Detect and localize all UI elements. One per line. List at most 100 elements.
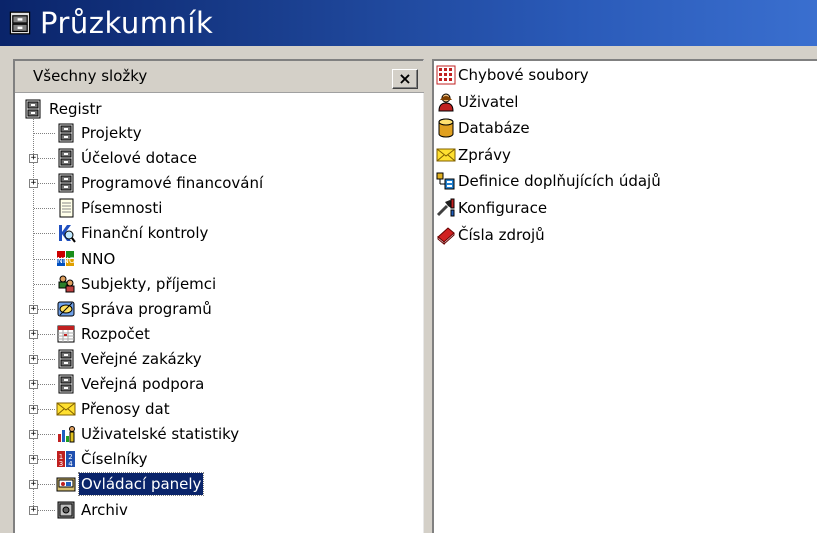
tree-item[interactable]: + Programové financování [15, 172, 415, 194]
expand-toggle[interactable]: + [29, 430, 38, 440]
content-item[interactable]: Zprávy [436, 143, 796, 167]
tree-item[interactable]: + Veřejné zakázky [15, 348, 415, 370]
tree-item-label: Číselníky [81, 450, 148, 469]
folder-pane-header: Všechny složky × [15, 61, 424, 93]
tree-item-label: Ovládací panely [77, 472, 205, 497]
content-item[interactable]: Konfigurace [436, 196, 796, 220]
tree-item-label: Finanční kontroly [81, 224, 209, 243]
tree-item[interactable]: + Archiv [15, 499, 415, 521]
people-icon [58, 275, 75, 293]
tree-item[interactable]: NNO NNO [15, 248, 415, 270]
control-panel-icon [56, 477, 76, 492]
expand-toggle[interactable]: + [29, 329, 38, 339]
tree-item[interactable]: + Přenosy dat [15, 398, 415, 420]
tree-item-label: Rozpočet [81, 324, 150, 343]
close-pane-button[interactable]: × [392, 69, 418, 89]
tools-icon [436, 198, 455, 217]
tree-item-label: Veřejné zakázky [81, 349, 202, 368]
content-item-label: Uživatel [458, 92, 519, 111]
expand-toggle[interactable]: + [29, 380, 38, 389]
contents-pane: Chybové soubory Uživatel Databáze Zprávy Def… [432, 59, 817, 533]
tree-connector [34, 133, 55, 134]
expand-toggle[interactable]: + [29, 455, 38, 465]
content-item[interactable]: Uživatel [436, 90, 796, 114]
svg-text:4: 4 [68, 460, 73, 468]
tree-item-label: Projekty [81, 124, 142, 142]
tree-item[interactable]: + Účelové dotace [15, 147, 415, 169]
title-bar: Průzkumník [0, 0, 817, 46]
cabinet-icon [9, 11, 31, 35]
folder-pane-title: Všechny složky [33, 67, 148, 85]
document-icon [59, 198, 74, 218]
magnifier-check-icon [59, 225, 76, 243]
tree-connector [34, 283, 55, 285]
cabinet-icon [58, 173, 74, 193]
database-icon [438, 118, 454, 138]
ngo-icon: NNO [57, 250, 75, 266]
program-management-icon [57, 301, 75, 317]
definitions-icon [436, 172, 455, 190]
expand-toggle[interactable]: + [29, 405, 38, 415]
red-book-icon [437, 226, 455, 245]
window-title: Průzkumník [40, 6, 214, 40]
user-stats-icon [58, 426, 75, 443]
cabinet-icon [58, 374, 74, 394]
tree-item-label: Veřejná podpora [81, 375, 205, 393]
content-item[interactable]: Chybové soubory [436, 63, 796, 87]
tree-root-label: Registr [49, 100, 102, 118]
archive-safe-icon [57, 501, 75, 518]
content-item[interactable]: Definice doplňujících údajů [436, 169, 796, 193]
expand-toggle[interactable]: + [29, 505, 38, 515]
expand-toggle[interactable]: + [29, 480, 38, 490]
expand-toggle[interactable]: + [29, 354, 38, 364]
tree-item-label: Účelové dotace [81, 149, 197, 168]
tree-item[interactable]: Písemnosti [15, 197, 415, 219]
envelope-icon [56, 402, 76, 416]
content-item-label: Chybové soubory [458, 66, 589, 84]
content-item-label: Definice doplňujících údajů [458, 172, 661, 191]
tree-item-label: Archiv [81, 500, 128, 519]
expand-toggle[interactable]: + [29, 304, 38, 314]
tree-item-label: Programové financování [81, 174, 264, 193]
tree-item[interactable]: + Správa programů [15, 298, 415, 320]
expand-toggle[interactable]: + [29, 154, 38, 164]
content-item-label: Zprávy [458, 145, 511, 164]
user-icon [438, 93, 454, 112]
expand-toggle[interactable]: + [29, 179, 38, 189]
tree-item-label: Přenosy dat [81, 400, 170, 419]
folder-pane: Všechny složky × Registr Projekty + Účelov… [13, 59, 424, 533]
tree-connector [34, 258, 55, 260]
cabinet-icon [58, 148, 74, 168]
tree-item-label: Písemnosti [81, 199, 163, 218]
tree-item[interactable]: + Rozpočet [15, 323, 415, 345]
cabinet-icon [58, 123, 74, 143]
tree-item-label: NNO [81, 249, 116, 268]
tree-item-label: Subjekty, příjemci [81, 274, 217, 293]
content-item[interactable]: Databáze [436, 116, 796, 140]
tree-item[interactable]: Finanční kontroly [15, 222, 415, 244]
cabinet-icon [25, 99, 41, 119]
svg-text:3: 3 [59, 460, 63, 468]
error-files-icon [436, 65, 456, 85]
tree-item[interactable]: Projekty [15, 122, 415, 144]
tree-item[interactable]: + Ovládací panely [15, 472, 415, 497]
tree-item-label: Uživatelské statistiky [81, 425, 240, 444]
codebook-icon: 1 23 4 [57, 451, 75, 468]
content-item-label: Čísla zdrojů [458, 225, 545, 244]
content-item-label: Databáze [458, 119, 530, 138]
pane-splitter[interactable] [424, 59, 432, 533]
content-item-label: Konfigurace [458, 199, 548, 217]
tree-item[interactable]: + Uživatelské statistiky [15, 423, 415, 445]
envelope-icon [436, 148, 456, 162]
content-item[interactable]: Čísla zdrojů [436, 223, 796, 247]
folder-tree: Registr Projekty + Účelové dotace + Programo… [15, 93, 424, 535]
budget-calendar-icon [57, 325, 75, 343]
tree-connector [34, 233, 55, 235]
tree-item[interactable]: + Veřejná podpora [15, 373, 415, 395]
tree-item[interactable]: +1 2 3 4 Číselníky [15, 448, 415, 470]
tree-item[interactable]: Subjekty, příjemci [15, 273, 415, 295]
cabinet-icon [58, 349, 74, 369]
svg-text:NNO: NNO [57, 256, 75, 265]
tree-connector [34, 208, 55, 210]
tree-item-label: Správa programů [81, 299, 212, 318]
